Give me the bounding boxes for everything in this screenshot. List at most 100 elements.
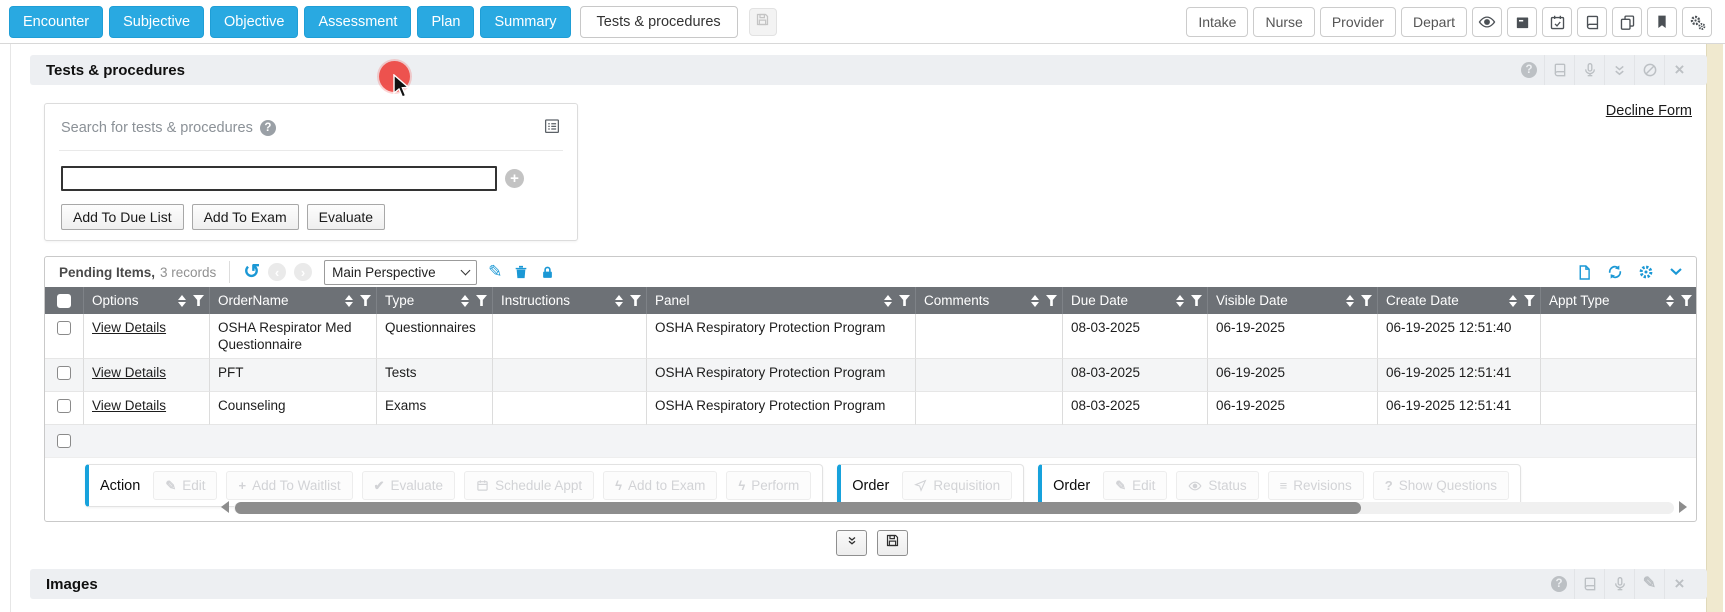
save-button[interactable] — [877, 530, 908, 556]
column-header-create-date[interactable]: Create Date — [1378, 287, 1541, 314]
add-to-exam-button[interactable]: Add To Exam — [192, 204, 299, 230]
archive-box-icon[interactable] — [1507, 7, 1537, 37]
requisition-button[interactable]: Requisition — [902, 471, 1012, 500]
depart-button[interactable]: Depart — [1401, 7, 1467, 37]
eye-icon[interactable] — [1472, 7, 1502, 37]
filter-icon[interactable] — [1046, 295, 1057, 306]
settings-icon[interactable] — [1637, 263, 1655, 281]
sort-icon[interactable] — [1172, 295, 1184, 307]
tab-summary[interactable]: Summary — [480, 6, 570, 38]
row-checkbox[interactable] — [57, 434, 71, 448]
gears-icon[interactable] — [1682, 7, 1712, 37]
book-icon[interactable] — [1544, 55, 1574, 85]
lock-icon[interactable] — [540, 265, 555, 280]
scrollbar-thumb[interactable] — [235, 502, 1361, 514]
tab-plan[interactable]: Plan — [417, 6, 474, 38]
calendar-check-icon[interactable] — [1542, 7, 1572, 37]
add-plus-icon[interactable]: + — [505, 169, 524, 188]
view-details-link[interactable]: View Details — [92, 398, 166, 413]
sort-icon[interactable] — [1662, 295, 1674, 307]
prev-icon[interactable]: ‹ — [268, 263, 286, 281]
filter-icon[interactable] — [1361, 295, 1372, 306]
book-icon[interactable] — [1574, 569, 1604, 599]
copy-icon[interactable] — [1612, 7, 1642, 37]
sort-icon[interactable] — [880, 295, 892, 307]
edit-button[interactable]: ✎Edit — [153, 471, 217, 500]
search-input[interactable] — [61, 166, 497, 191]
column-header-appt-type[interactable]: Appt Type — [1541, 287, 1697, 314]
sort-icon[interactable] — [1505, 295, 1517, 307]
row-checkbox[interactable] — [57, 321, 71, 335]
close-icon[interactable]: × — [1664, 569, 1694, 599]
column-header-visible-date[interactable]: Visible Date — [1208, 287, 1378, 314]
disable-icon[interactable] — [1634, 55, 1664, 85]
collapse-icon[interactable] — [1604, 55, 1634, 85]
column-header-due-date[interactable]: Due Date — [1063, 287, 1208, 314]
evaluate-button[interactable]: Evaluate — [307, 204, 385, 230]
filter-icon[interactable] — [899, 295, 910, 306]
collapse-section-button[interactable] — [836, 530, 867, 556]
edit-icon[interactable]: ✎ — [1634, 569, 1664, 599]
select-all-checkbox[interactable] — [57, 294, 71, 308]
view-details-link[interactable]: View Details — [92, 365, 166, 380]
decline-form-link[interactable]: Decline Form — [1606, 103, 1692, 119]
tab-objective[interactable]: Objective — [210, 6, 298, 38]
list-view-icon[interactable] — [543, 117, 561, 139]
book-icon[interactable] — [1577, 7, 1607, 37]
delete-perspective-icon[interactable] — [513, 264, 529, 280]
evaluate-action-button[interactable]: ✔Evaluate — [362, 471, 455, 500]
nurse-button[interactable]: Nurse — [1253, 7, 1314, 37]
scroll-right-arrow[interactable] — [1679, 501, 1687, 513]
revisions-button[interactable]: ≡Revisions — [1268, 471, 1364, 500]
new-document-icon[interactable] — [1576, 264, 1593, 281]
sort-icon[interactable] — [341, 295, 353, 307]
filter-icon[interactable] — [1191, 295, 1202, 306]
status-button[interactable]: Status — [1176, 471, 1258, 500]
filter-icon[interactable] — [360, 295, 371, 306]
filter-icon[interactable] — [193, 295, 204, 306]
column-header-panel[interactable]: Panel — [647, 287, 916, 314]
add-to-due-list-button[interactable]: Add To Due List — [61, 204, 184, 230]
filter-icon[interactable] — [630, 295, 641, 306]
column-header-ordername[interactable]: OrderName — [210, 287, 377, 314]
column-header-options[interactable]: Options — [84, 287, 210, 314]
show-questions-button[interactable]: ?Show Questions — [1373, 471, 1509, 500]
column-header-comments[interactable]: Comments — [916, 287, 1063, 314]
help-icon[interactable]: ? — [1544, 569, 1574, 599]
sort-icon[interactable] — [611, 295, 623, 307]
undo-icon[interactable]: ↺ — [243, 262, 260, 282]
order-edit-button[interactable]: ✎Edit — [1103, 471, 1167, 500]
collapse-panel-icon[interactable] — [1668, 264, 1684, 280]
next-icon[interactable]: › — [294, 263, 312, 281]
add-to-exam-button[interactable]: ϟAdd to Exam — [603, 471, 717, 500]
filter-icon[interactable] — [1524, 295, 1535, 306]
tab-subjective[interactable]: Subjective — [109, 6, 204, 38]
save-tab-button[interactable] — [749, 8, 777, 36]
search-help-icon[interactable]: ? — [260, 120, 276, 136]
refresh-icon[interactable] — [1606, 263, 1624, 281]
row-checkbox[interactable] — [57, 399, 71, 413]
provider-button[interactable]: Provider — [1320, 7, 1396, 37]
row-checkbox[interactable] — [57, 366, 71, 380]
filter-icon[interactable] — [1681, 295, 1692, 306]
tab-assessment[interactable]: Assessment — [304, 6, 411, 38]
filter-icon[interactable] — [476, 295, 487, 306]
sort-icon[interactable] — [1027, 295, 1039, 307]
scroll-left-arrow[interactable] — [221, 501, 229, 513]
intake-button[interactable]: Intake — [1186, 7, 1248, 37]
bookmark-icon[interactable] — [1647, 7, 1677, 37]
tab-encounter[interactable]: Encounter — [9, 6, 103, 38]
column-header-instructions[interactable]: Instructions — [493, 287, 647, 314]
microphone-icon[interactable] — [1604, 569, 1634, 599]
help-icon[interactable]: ? — [1514, 55, 1544, 85]
add-to-waitlist-button[interactable]: +Add To Waitlist — [226, 471, 352, 500]
sort-icon[interactable] — [1342, 295, 1354, 307]
sort-icon[interactable] — [174, 295, 186, 307]
column-header-type[interactable]: Type — [377, 287, 493, 314]
schedule-appt-button[interactable]: Schedule Appt — [464, 471, 594, 500]
edit-perspective-icon[interactable]: ✎ — [488, 262, 502, 282]
microphone-icon[interactable] — [1574, 55, 1604, 85]
view-details-link[interactable]: View Details — [92, 320, 166, 335]
perspective-select[interactable]: Main Perspective — [324, 260, 477, 285]
close-icon[interactable]: × — [1664, 55, 1694, 85]
